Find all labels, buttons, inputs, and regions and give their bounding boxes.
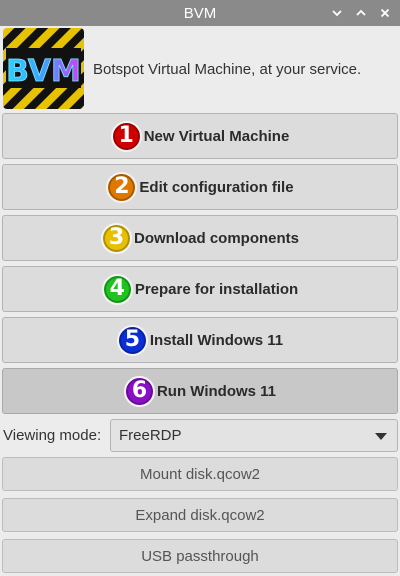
- bvm-logo: BVM: [3, 28, 84, 109]
- tagline: Botspot Virtual Machine, at your service…: [93, 61, 362, 78]
- step-3-icon: 3: [101, 222, 132, 254]
- viewing-mode-select[interactable]: FreeRDP: [110, 419, 398, 452]
- step-1-icon: 1: [110, 120, 142, 152]
- mount-disk-button[interactable]: Mount disk.qcow2: [2, 457, 398, 491]
- download-components-button[interactable]: 3 Download components: [2, 215, 398, 261]
- edit-config-button[interactable]: 2 Edit configuration file: [2, 164, 398, 210]
- chevron-down-icon: [375, 433, 387, 440]
- run-windows-button[interactable]: 6 Run Windows 11: [2, 368, 398, 414]
- logo-text: BVM: [6, 54, 81, 89]
- step-6-icon: 6: [123, 375, 155, 407]
- run-windows-label: Run Windows 11: [156, 382, 277, 400]
- viewing-mode-label: Viewing mode:: [3, 427, 102, 444]
- prepare-installation-label: Prepare for installation: [134, 280, 299, 298]
- install-windows-label: Install Windows 11: [149, 331, 284, 349]
- new-vm-button[interactable]: 1 New Virtual Machine: [2, 113, 398, 159]
- step-2-icon: 2: [106, 171, 138, 203]
- app-header: BVM Botspot Virtual Machine, at your ser…: [0, 26, 400, 112]
- window-titlebar: BVM: [0, 0, 400, 26]
- edit-config-label: Edit configuration file: [139, 178, 294, 196]
- step-4-icon: 4: [101, 273, 133, 305]
- minimize-icon[interactable]: [327, 3, 347, 23]
- new-vm-label: New Virtual Machine: [143, 127, 290, 145]
- step-5-icon: 5: [116, 324, 148, 356]
- prepare-installation-button[interactable]: 4 Prepare for installation: [2, 266, 398, 312]
- install-windows-button[interactable]: 5 Install Windows 11: [2, 317, 398, 363]
- usb-passthrough-button[interactable]: USB passthrough: [2, 539, 398, 573]
- viewing-mode-value: FreeRDP: [119, 427, 182, 444]
- download-components-label: Download components: [134, 229, 299, 247]
- expand-disk-button[interactable]: Expand disk.qcow2: [2, 498, 398, 532]
- maximize-icon[interactable]: [351, 3, 371, 23]
- close-icon[interactable]: [375, 3, 395, 23]
